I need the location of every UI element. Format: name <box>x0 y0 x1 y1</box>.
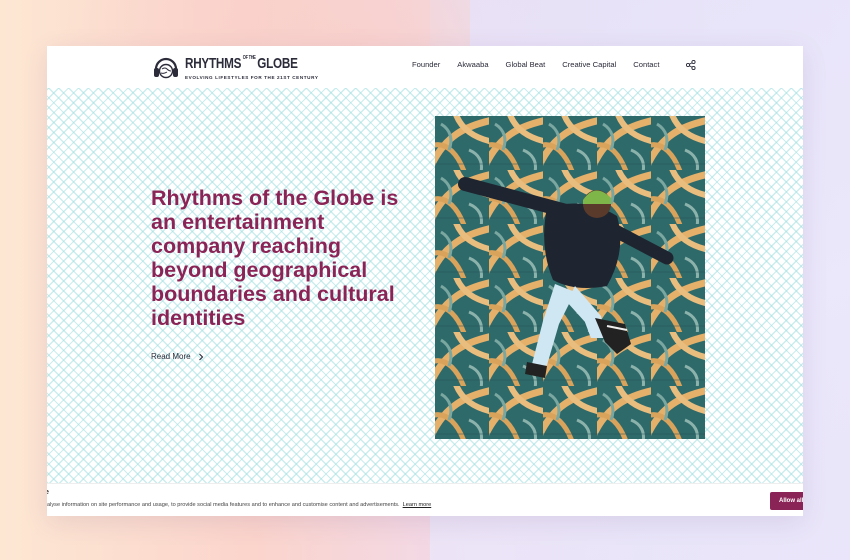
main-menu: Founder Akwaaba Global Beat Creative Cap… <box>412 60 676 69</box>
nav-item-creative-capital[interactable]: Creative Capital <box>562 60 616 69</box>
nav-item-global-beat[interactable]: Global Beat <box>506 60 546 69</box>
cookie-heading: e <box>47 489 49 496</box>
brand-tagline: EVOLVING LIFESTYLES FOR THE 21ST CENTURY <box>185 75 319 80</box>
nav-item-founder[interactable]: Founder <box>412 60 440 69</box>
headphone-globe-icon <box>154 57 178 79</box>
read-more-label: Read More <box>151 352 191 361</box>
nav-item-contact[interactable]: Contact <box>633 60 659 69</box>
cookie-banner: e alyse information on site performance … <box>47 483 803 516</box>
brand-name: RHYTHMS OF THE GLOBE <box>185 55 298 72</box>
chevron-right-icon <box>198 353 203 360</box>
share-icon[interactable] <box>686 60 696 70</box>
top-navigation: RHYTHMS OF THE GLOBE EVOLVING LIFESTYLES F… <box>47 46 803 88</box>
cookie-learn-more-link[interactable]: Learn more <box>403 502 432 508</box>
cookie-message-text: alyse information on site performance an… <box>47 502 400 508</box>
hero-photo-dancer <box>435 116 705 439</box>
hero-headline: Rhythms of the Globe is an entertainment… <box>151 186 399 330</box>
read-more-link[interactable]: Read More <box>151 352 205 361</box>
hero-section: Rhythms of the Globe is an entertainment… <box>47 88 803 483</box>
dancer-illustration <box>435 116 705 439</box>
browser-window: RHYTHMS OF THE GLOBE EVOLVING LIFESTYLES F… <box>47 46 803 516</box>
cookie-message: alyse information on site performance an… <box>47 502 431 508</box>
nav-item-akwaaba[interactable]: Akwaaba <box>457 60 488 69</box>
brand-logo[interactable]: RHYTHMS OF THE GLOBE EVOLVING LIFESTYLES F… <box>151 52 318 82</box>
allow-all-button[interactable]: Allow all <box>770 492 803 510</box>
